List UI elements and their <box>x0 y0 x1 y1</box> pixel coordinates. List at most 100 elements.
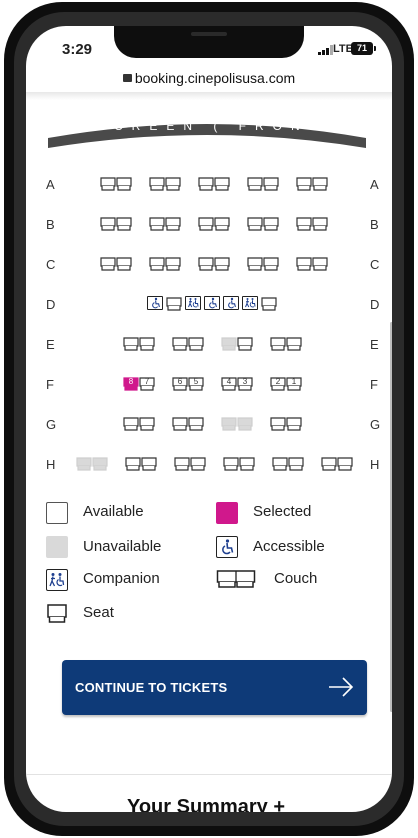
seat[interactable] <box>100 177 116 191</box>
seat[interactable] <box>312 177 328 191</box>
row-label: A <box>46 177 55 192</box>
seat[interactable] <box>270 417 286 431</box>
seat[interactable] <box>166 297 182 311</box>
seat-unavailable <box>221 337 237 351</box>
seat-number: 4 <box>226 377 232 386</box>
status-time: 3:29 <box>62 41 93 58</box>
seat[interactable]: 3 <box>237 377 253 391</box>
phone-screen: 3:29 LTE 71 booking.cinepolisusa.com SCR… <box>26 26 392 812</box>
seat[interactable] <box>123 337 139 351</box>
companion-seat[interactable] <box>242 296 258 310</box>
accessible-seat[interactable] <box>223 296 239 310</box>
seat[interactable] <box>125 457 141 471</box>
seat[interactable] <box>261 297 277 311</box>
seat[interactable] <box>116 217 132 231</box>
seat-row-h: HH <box>26 457 392 475</box>
seat[interactable] <box>312 217 328 231</box>
seat[interactable] <box>149 257 165 271</box>
seat-row-d: DD <box>26 296 392 315</box>
legend-companion-label: Companion <box>83 570 160 587</box>
seat[interactable]: 6 <box>172 377 188 391</box>
seat[interactable] <box>190 457 206 471</box>
companion-seat[interactable] <box>185 296 201 310</box>
seat[interactable] <box>312 257 328 271</box>
seat[interactable] <box>149 177 165 191</box>
seat[interactable] <box>237 337 253 351</box>
seat[interactable]: 7 <box>139 377 155 391</box>
seat[interactable] <box>123 417 139 431</box>
seat[interactable]: 1 <box>286 377 302 391</box>
seat-selected[interactable]: 8 <box>123 377 139 391</box>
accessible-seat[interactable] <box>204 296 220 310</box>
seat[interactable] <box>288 457 304 471</box>
available-swatch <box>46 502 68 524</box>
seat[interactable] <box>263 217 279 231</box>
seat[interactable] <box>100 257 116 271</box>
seat[interactable] <box>198 217 214 231</box>
seat[interactable]: 4 <box>221 377 237 391</box>
row-label: B <box>46 217 55 232</box>
seat[interactable] <box>214 257 230 271</box>
battery-icon: 71 <box>351 42 376 55</box>
legend-accessible: Accessible <box>216 536 366 560</box>
seat[interactable] <box>149 217 165 231</box>
seat[interactable] <box>198 177 214 191</box>
seat[interactable] <box>263 257 279 271</box>
seat[interactable]: 5 <box>188 377 204 391</box>
legend-companion: Companion <box>46 569 196 593</box>
seat[interactable] <box>139 337 155 351</box>
accessible-seat[interactable] <box>147 296 163 310</box>
seat[interactable] <box>188 417 204 431</box>
toolbar-shadow <box>26 92 392 100</box>
lock-icon <box>122 74 132 83</box>
seat[interactable] <box>188 337 204 351</box>
seat[interactable] <box>116 177 132 191</box>
seat-row-e: EE <box>26 337 392 355</box>
selected-swatch <box>216 502 238 524</box>
seat[interactable] <box>337 457 353 471</box>
seat[interactable] <box>165 177 181 191</box>
continue-to-tickets-label: CONTINUE TO TICKETS <box>75 680 228 695</box>
seat[interactable] <box>270 337 286 351</box>
seat[interactable] <box>286 337 302 351</box>
seat[interactable] <box>141 457 157 471</box>
seat[interactable] <box>172 417 188 431</box>
seat[interactable] <box>165 217 181 231</box>
seat[interactable] <box>296 177 312 191</box>
seat-row-c: CC <box>26 257 392 275</box>
legend-unavailable: Unavailable <box>46 536 196 560</box>
seat[interactable] <box>272 457 288 471</box>
seat-number: 2 <box>275 377 281 386</box>
seat[interactable] <box>321 457 337 471</box>
legend-available-label: Available <box>83 503 144 520</box>
legend-unavailable-label: Unavailable <box>83 538 162 555</box>
seat[interactable] <box>247 257 263 271</box>
seat[interactable] <box>139 417 155 431</box>
seat[interactable] <box>263 177 279 191</box>
summary-heading[interactable]: Your Summary + <box>86 796 326 812</box>
screen-label: SCREEN ( FRONT ) <box>97 119 325 147</box>
seat[interactable] <box>165 257 181 271</box>
legend-accessible-label: Accessible <box>253 538 325 555</box>
seat[interactable] <box>198 257 214 271</box>
notch <box>114 26 304 58</box>
seat[interactable] <box>296 257 312 271</box>
seat[interactable] <box>247 177 263 191</box>
seat[interactable] <box>116 257 132 271</box>
seat[interactable]: 2 <box>270 377 286 391</box>
seat[interactable] <box>223 457 239 471</box>
continue-to-tickets-button[interactable]: CONTINUE TO TICKETS <box>62 660 367 715</box>
legend-seat: Seat <box>46 603 196 627</box>
legend-couch-label: Couch <box>274 570 318 587</box>
address-bar[interactable]: booking.cinepolisusa.com <box>26 70 392 94</box>
seat[interactable] <box>296 217 312 231</box>
seat[interactable] <box>100 217 116 231</box>
seat[interactable] <box>247 217 263 231</box>
seat[interactable] <box>214 217 230 231</box>
seat[interactable] <box>239 457 255 471</box>
seat-number: 1 <box>291 377 297 386</box>
seat[interactable] <box>214 177 230 191</box>
seat[interactable] <box>174 457 190 471</box>
seat[interactable] <box>286 417 302 431</box>
seat[interactable] <box>172 337 188 351</box>
